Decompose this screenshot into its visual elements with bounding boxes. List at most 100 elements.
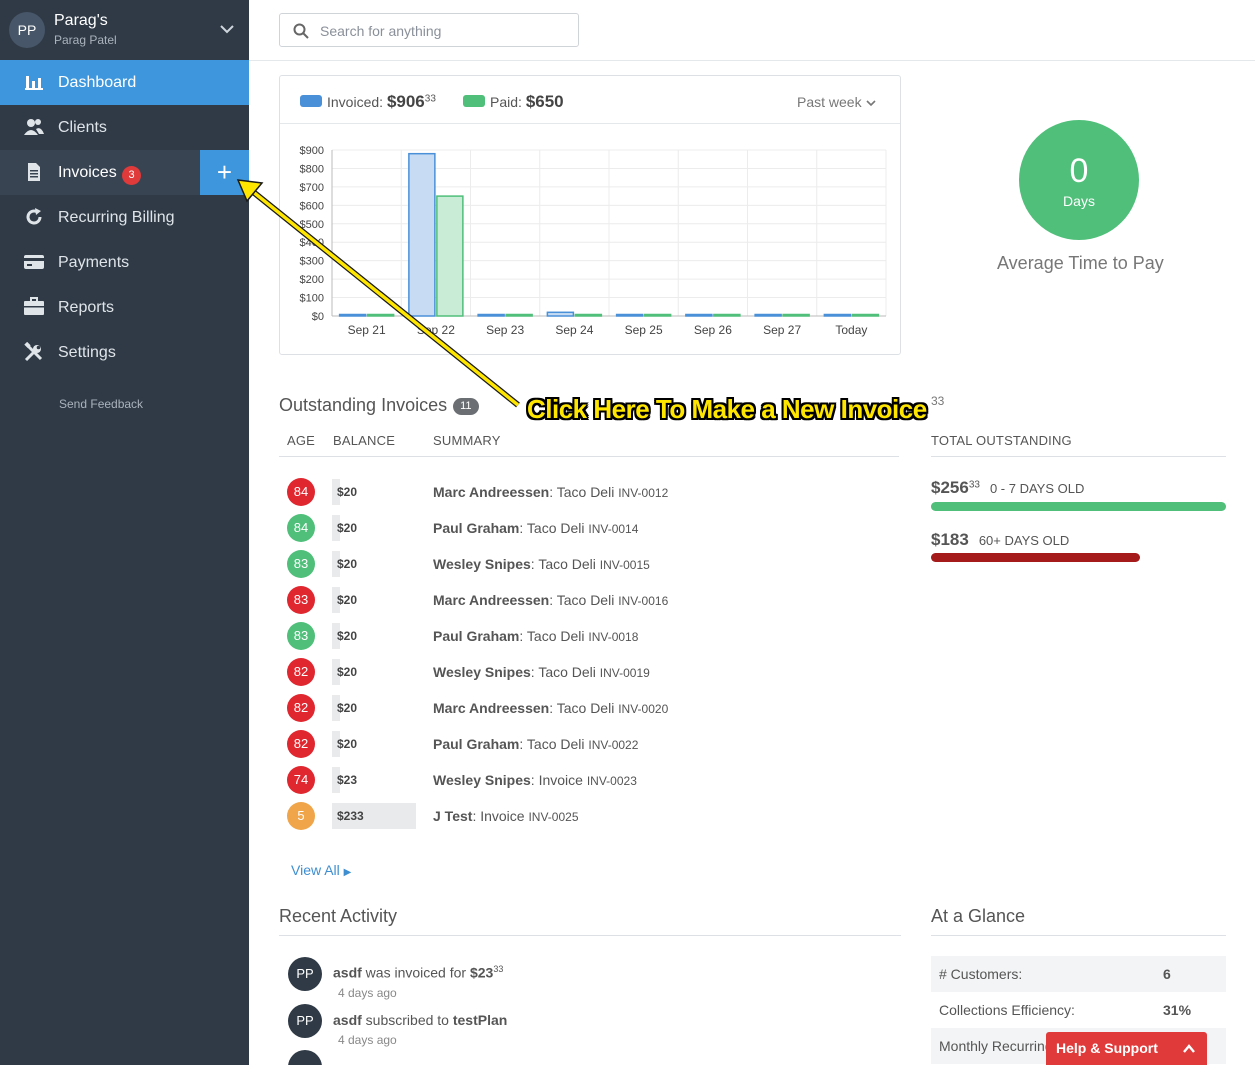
invoice-desc: : Taco Deli: [519, 520, 589, 536]
annotation-callout: Click Here To Make a New Invoice: [527, 394, 927, 424]
glance-divider: [931, 935, 1226, 936]
sidebar-item-payments[interactable]: Payments: [0, 240, 249, 285]
balance-value: $20: [337, 485, 358, 499]
invoice-number: INV-0012: [618, 486, 669, 500]
search-input[interactable]: [320, 20, 570, 42]
invoice-summary[interactable]: Wesley Snipes: Invoice INV-0023: [433, 772, 637, 788]
sidebar-item-reports[interactable]: Reports: [0, 285, 249, 330]
search-box[interactable]: [279, 13, 579, 47]
age-badge: 82: [287, 730, 315, 758]
bar-paid: [436, 195, 464, 317]
y-tick-label: $700: [300, 182, 324, 194]
y-tick-label: $300: [300, 256, 324, 268]
sidebar-item-recurring-billing[interactable]: Recurring Billing: [0, 195, 249, 240]
table-row[interactable]: 82 $20 Marc Andreessen: Taco Deli INV-0020: [279, 690, 899, 726]
invoice-summary[interactable]: Wesley Snipes: Taco Deli INV-0019: [433, 664, 650, 680]
age-badge: 82: [287, 658, 315, 686]
sidebar-item-dashboard[interactable]: Dashboard: [0, 60, 249, 105]
sidebar-item-clients[interactable]: Clients: [0, 105, 249, 150]
table-row[interactable]: 83 $20 Paul Graham: Taco Deli INV-0018: [279, 618, 899, 654]
y-tick-label: $900: [300, 145, 324, 157]
bar-paid: [851, 313, 880, 317]
invoice-summary[interactable]: Paul Graham: Taco Deli INV-0022: [433, 736, 638, 752]
invoice-number: INV-0015: [599, 558, 650, 572]
invoice-summary[interactable]: Marc Andreessen: Taco Deli INV-0012: [433, 484, 668, 500]
invoice-desc: : Taco Deli: [530, 664, 600, 680]
total-outstanding-header: TOTAL OUTSTANDING: [931, 433, 1072, 448]
table-row[interactable]: 82 $20 Wesley Snipes: Taco Deli INV-0019: [279, 654, 899, 690]
column-header-age[interactable]: AGE: [287, 433, 315, 448]
balance-cell: $20: [332, 479, 416, 505]
days-to-pay-circle: 0 Days: [1019, 120, 1139, 240]
invoiced-swatch: [300, 95, 322, 107]
aging-old-label: 60+ DAYS OLD: [978, 533, 1070, 548]
balance-cell: $20: [332, 587, 416, 613]
invoice-number: INV-0022: [588, 738, 639, 752]
client-name: Marc Andreessen: [433, 700, 550, 716]
invoice-summary[interactable]: J Test: Invoice INV-0025: [433, 808, 579, 824]
client-name: Wesley Snipes: [433, 556, 531, 572]
table-row[interactable]: 84 $20 Paul Graham: Taco Deli INV-0014: [279, 510, 899, 546]
table-row[interactable]: 84 $20 Marc Andreessen: Taco Deli INV-0012: [279, 474, 899, 510]
invoiced-paid-chart-card: Invoiced: $90633 Paid: $650 Past week $9…: [279, 75, 901, 355]
client-name: Marc Andreessen: [433, 592, 550, 608]
table-row[interactable]: 83 $20 Wesley Snipes: Taco Deli INV-0015: [279, 546, 899, 582]
bar-paid: [366, 313, 395, 317]
table-row[interactable]: 82 $20 Paul Graham: Taco Deli INV-0022: [279, 726, 899, 762]
bar-paid: [713, 313, 741, 317]
view-all-link[interactable]: View All ▶: [291, 862, 351, 878]
glance-key: # Customers:: [939, 966, 1023, 982]
column-header-balance[interactable]: BALANCE: [333, 433, 395, 448]
at-a-glance-title: At a Glance: [931, 906, 1026, 926]
account-switcher[interactable]: PP Parag's Parag Patel: [0, 0, 249, 60]
glance-key: Monthly Recurring: [939, 1038, 1053, 1054]
days-to-pay-value: 0: [1069, 152, 1089, 190]
invoice-summary[interactable]: Marc Andreessen: Taco Deli INV-0016: [433, 592, 668, 608]
balance-cell: $20: [332, 515, 416, 541]
activity-action: subscribed to: [361, 1012, 453, 1028]
glance-key: Collections Efficiency:: [939, 1002, 1075, 1018]
invoice-summary[interactable]: Paul Graham: Taco Deli INV-0018: [433, 628, 638, 644]
sidebar-item-label: Payments: [58, 254, 130, 271]
chevron-up-icon: [1183, 1044, 1195, 1053]
balance-value: $20: [337, 593, 358, 607]
invoice-summary[interactable]: Marc Andreessen: Taco Deli INV-0020: [433, 700, 668, 716]
avatar: PP: [288, 1004, 322, 1038]
activity-client[interactable]: asdf: [333, 1012, 362, 1028]
help-support-button[interactable]: Help & Support: [1046, 1032, 1207, 1065]
x-tick-label: Sep 27: [763, 323, 801, 337]
total-outstanding-amount: 33: [931, 394, 944, 419]
bar-invoiced: [685, 313, 713, 317]
invoice-summary[interactable]: Paul Graham: Taco Deli INV-0014: [433, 520, 638, 536]
search-icon: [293, 23, 309, 39]
table-row[interactable]: 83 $20 Marc Andreessen: Taco Deli INV-0016: [279, 582, 899, 618]
table-row[interactable]: 5 $233 J Test: Invoice INV-0025: [279, 798, 899, 834]
activity-client[interactable]: asdf: [333, 965, 362, 981]
age-badge: 83: [287, 586, 315, 614]
bar-invoiced: [615, 313, 644, 317]
sidebar-item-invoices[interactable]: Invoices: [0, 150, 200, 195]
table-row[interactable]: 74 $23 Wesley Snipes: Invoice INV-0023: [279, 762, 899, 798]
date-range-label: Past week: [797, 94, 862, 110]
chevron-down-icon[interactable]: [218, 20, 236, 38]
balance-value: $20: [337, 629, 358, 643]
outstanding-count-badge: 11: [453, 398, 479, 415]
column-header-summary[interactable]: SUMMARY: [433, 433, 501, 448]
bar-paid: [643, 313, 672, 317]
invoice-number: INV-0020: [618, 702, 669, 716]
sidebar-item-settings[interactable]: Settings: [0, 330, 249, 375]
y-tick-label: $600: [300, 200, 324, 212]
invoice-summary[interactable]: Wesley Snipes: Taco Deli INV-0015: [433, 556, 650, 572]
activity-plan[interactable]: testPlan: [453, 1012, 507, 1028]
add-invoice-button[interactable]: +: [200, 150, 249, 195]
chart-header-divider: [280, 123, 900, 124]
outstanding-title: Outstanding Invoices 11: [279, 395, 479, 416]
age-badge: 82: [287, 694, 315, 722]
invoice-number: INV-0018: [588, 630, 639, 644]
invoice-desc: : Taco Deli: [549, 592, 619, 608]
legend-invoiced: Invoiced: $90633: [327, 92, 436, 112]
date-range-dropdown[interactable]: Past week: [797, 94, 877, 110]
send-feedback-link[interactable]: Send Feedback: [59, 397, 143, 411]
chevron-down-icon: [866, 100, 876, 107]
bar-chart-icon: [25, 76, 43, 90]
